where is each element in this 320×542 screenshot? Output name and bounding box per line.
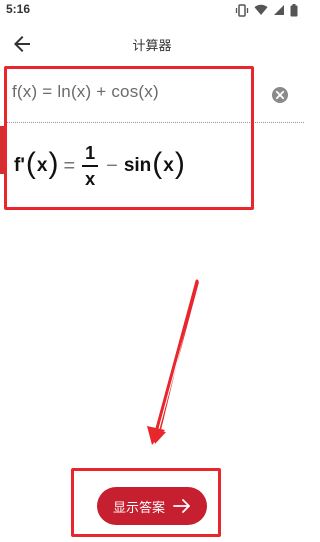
show-answer-label: 显示答案 bbox=[112, 500, 165, 516]
status-time: 5:16 bbox=[6, 2, 31, 16]
arrow-right-icon bbox=[173, 499, 191, 513]
battery-icon bbox=[290, 3, 298, 17]
annotation-box-expression bbox=[4, 66, 254, 210]
wifi-icon bbox=[254, 4, 268, 16]
status-icons bbox=[235, 3, 298, 17]
app-bar: 计算器 bbox=[0, 20, 304, 68]
vibrate-icon bbox=[235, 3, 249, 17]
page-title: 计算器 bbox=[132, 38, 172, 53]
status-bar: 5:16 bbox=[0, 0, 304, 20]
cell-signal-icon bbox=[273, 4, 285, 16]
show-answer-button[interactable]: 显示答案 bbox=[97, 487, 207, 525]
clear-circle-icon bbox=[271, 87, 289, 108]
clear-button[interactable] bbox=[271, 86, 289, 104]
